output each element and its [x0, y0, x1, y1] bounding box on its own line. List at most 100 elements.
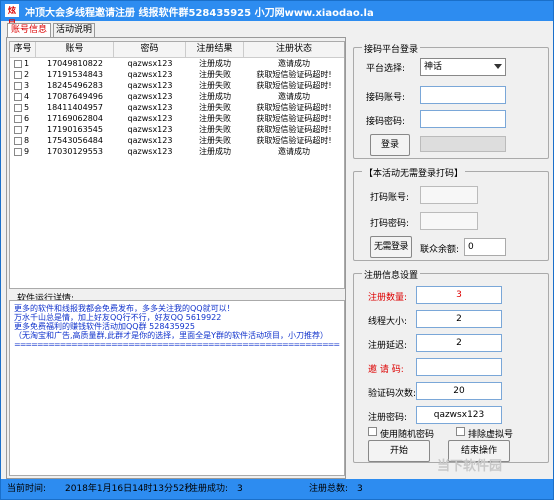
register-count-input[interactable]: 3 [416, 286, 502, 304]
row-checkbox[interactable] [14, 60, 22, 68]
cell-result: 注册失败 [199, 70, 231, 79]
table-row[interactable]: 8 17543056484 qazwsx123 注册失败 获取短信验证码超时! [10, 135, 344, 146]
log-separator: ========================================… [14, 340, 340, 349]
cell-password: qazwsx123 [127, 125, 173, 134]
account-info-panel: 序号 账号 密码 注册结果 注册状态 1 17049810822 qazwsx123… [6, 37, 346, 479]
total-count-label: 注册总数: [309, 484, 349, 494]
platform-select[interactable]: 神话 [420, 58, 506, 76]
no-login-button[interactable]: 无需登录 [370, 236, 412, 258]
exclude-virtual-label: 排除虚拟号 [468, 430, 514, 440]
cell-status: 获取短信验证码超时! [256, 103, 332, 112]
row-checkbox[interactable] [14, 126, 22, 134]
log-line: 更多免费福利的赚钱软件活动加QQ群 528435925 [14, 322, 195, 331]
login-button[interactable]: 登录 [370, 134, 410, 156]
cell-password: qazwsx123 [127, 147, 173, 156]
captcha-account-label: 打码账号: [370, 193, 410, 203]
captcha-password-input[interactable] [420, 212, 478, 230]
table-row[interactable]: 4 17087649496 qazwsx123 注册成功 邀请成功 [10, 91, 344, 102]
no-login-title: 【本活动无需登录打码】 [362, 166, 466, 179]
cell-account: 17030129553 [47, 147, 103, 156]
cell-password: qazwsx123 [127, 92, 173, 101]
cell-password: qazwsx123 [127, 81, 173, 90]
cell-account: 17169062804 [47, 114, 103, 123]
cell-result: 注册失败 [199, 81, 231, 90]
row-checkbox[interactable] [14, 104, 22, 112]
register-delay-input[interactable]: 2 [416, 334, 502, 352]
random-password-label: 使用随机密码 [380, 430, 435, 440]
table-row[interactable]: 3 18245496283 qazwsx123 注册失败 获取短信验证码超时! [10, 80, 344, 91]
total-count-value: 3 [357, 484, 363, 494]
success-count-value: 3 [237, 484, 243, 494]
column-header-account[interactable]: 账号 [36, 42, 114, 58]
receive-password-label: 接码密码: [366, 117, 406, 127]
table-row[interactable]: 9 17030129553 qazwsx123 注册成功 邀请成功 [10, 146, 344, 157]
thread-size-label: 线程大小: [368, 317, 408, 327]
cell-status: 获取短信验证码超时! [256, 136, 332, 145]
register-delay-label: 注册延迟: [368, 341, 408, 351]
table-row[interactable]: 1 17049810822 qazwsx123 注册成功 邀请成功 [10, 58, 344, 69]
cell-account: 17087649496 [47, 92, 103, 101]
verify-count-input[interactable]: 20 [416, 382, 502, 400]
log-line: （无淘宝和广告,高质量群,此群才是你的选择，里面全是Y群的软件活动项目，小刀推荐… [14, 331, 328, 340]
no-login-group: 【本活动无需登录打码】 打码账号: 打码密码: 无需登录 联众余额: 0 [353, 166, 549, 261]
column-header-password[interactable]: 密码 [114, 42, 186, 58]
cell-index: 6 [24, 114, 30, 123]
cell-account: 18245496283 [47, 81, 103, 90]
verify-count-label: 验证码次数: [368, 389, 417, 399]
captcha-password-label: 打码密码: [370, 219, 410, 229]
title-bar: 炫目 冲顶大会多线程邀请注册 线报软件群528435925 小刀网www.xia… [1, 1, 553, 28]
tab-account-info[interactable]: 账号信息 [7, 23, 51, 38]
random-password-checkbox[interactable] [368, 427, 377, 436]
row-checkbox[interactable] [14, 71, 22, 79]
cell-status: 邀请成功 [278, 59, 310, 68]
column-header-result[interactable]: 注册结果 [186, 42, 244, 58]
cell-index: 3 [24, 81, 30, 90]
table-row[interactable]: 5 18411404957 qazwsx123 注册失败 获取短信验证码超时! [10, 102, 344, 113]
cell-password: qazwsx123 [127, 70, 173, 79]
row-checkbox[interactable] [14, 148, 22, 156]
app-window: 炫目 冲顶大会多线程邀请注册 线报软件群528435925 小刀网www.xia… [0, 0, 554, 500]
tab-activity-info[interactable]: 活动说明 [53, 23, 95, 37]
captcha-account-input[interactable] [420, 186, 478, 204]
current-time-value: 2018年1月16日14时13分52秒 [65, 484, 194, 494]
receive-password-input[interactable] [420, 110, 506, 128]
thread-size-input[interactable]: 2 [416, 310, 502, 328]
cell-index: 5 [24, 103, 30, 112]
exclude-virtual-checkbox[interactable] [456, 427, 465, 436]
cell-result: 注册成功 [199, 92, 231, 101]
cell-result: 注册失败 [199, 114, 231, 123]
cell-index: 4 [24, 92, 30, 101]
platform-select-label: 平台选择: [366, 64, 406, 74]
row-checkbox[interactable] [14, 82, 22, 90]
cell-result: 注册失败 [199, 136, 231, 145]
cell-account: 18411404957 [47, 103, 103, 112]
chevron-down-icon [494, 64, 502, 69]
cell-status: 邀请成功 [278, 147, 310, 156]
table-row[interactable]: 6 17169062804 qazwsx123 注册失败 获取短信验证码超时! [10, 113, 344, 124]
cell-password: qazwsx123 [127, 114, 173, 123]
row-checkbox[interactable] [14, 93, 22, 101]
table-row[interactable]: 7 17190163545 qazwsx123 注册失败 获取短信验证码超时! [10, 124, 344, 135]
register-password-label: 注册密码: [368, 413, 408, 423]
receive-account-input[interactable] [420, 86, 506, 104]
table-row[interactable]: 2 17191534843 qazwsx123 注册失败 获取短信验证码超时! [10, 69, 344, 80]
cell-status: 获取短信验证码超时! [256, 81, 332, 90]
row-checkbox[interactable] [14, 115, 22, 123]
row-checkbox[interactable] [14, 137, 22, 145]
invite-code-input[interactable] [416, 358, 502, 376]
receive-account-label: 接码账号: [366, 93, 406, 103]
log-line: 万水千山总是情，加上好友QQ行不行，好友QQ 5619922 [14, 313, 222, 322]
column-header-index[interactable]: 序号 [10, 42, 36, 58]
cell-account: 17543056484 [47, 136, 103, 145]
log-textarea[interactable]: 更多的软件和线报我都会免费发布，多多关注我的QQ就可以！ 万水千山总是情，加上好… [9, 300, 345, 476]
cell-status: 邀请成功 [278, 92, 310, 101]
register-settings-group: 注册信息设置 注册数量: 3 线程大小: 2 注册延迟: 2 邀 请 码: 验证… [353, 268, 549, 463]
start-button[interactable]: 开始 [368, 440, 430, 462]
platform-login-group: 接码平台登录 平台选择: 神话 接码账号: 接码密码: 登录 [353, 42, 549, 159]
cell-password: qazwsx123 [127, 136, 173, 145]
cell-index: 1 [24, 59, 30, 68]
balance-label: 联众余额: [420, 245, 460, 255]
current-time-label: 当前时间: [7, 484, 47, 494]
column-header-status[interactable]: 注册状态 [244, 42, 344, 58]
register-password-input[interactable]: qazwsx123 [416, 406, 502, 424]
